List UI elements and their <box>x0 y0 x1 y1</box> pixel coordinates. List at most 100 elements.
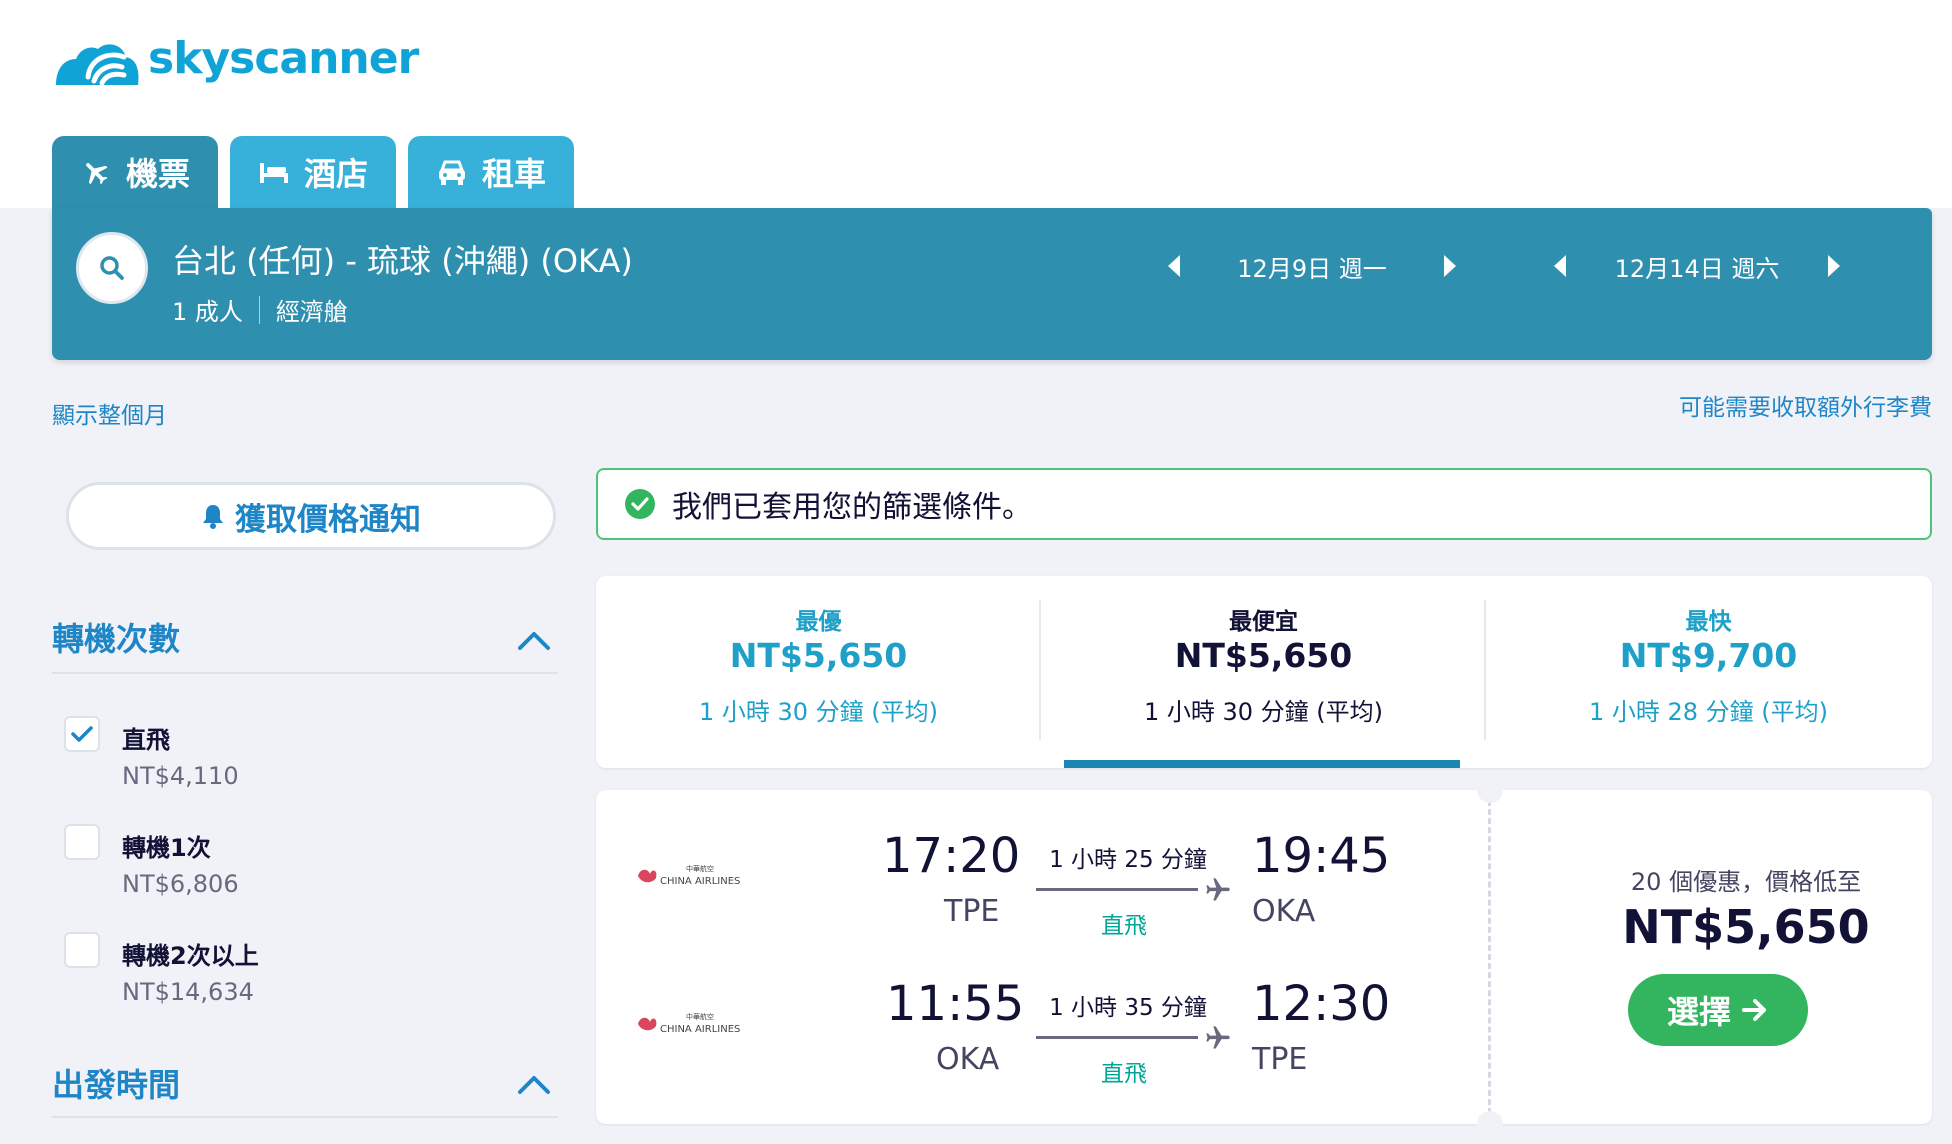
stops-label: 直飛 <box>1101 1061 1147 1087</box>
svg-text:中華航空: 中華航空 <box>686 1012 714 1021</box>
select-label: 選擇 <box>1666 993 1731 1031</box>
sort-duration: 1 小時 30 分鐘 (平均) <box>1143 698 1384 726</box>
sort-price: NT$9,700 <box>1619 636 1798 675</box>
next-return-date-button[interactable] <box>1822 246 1846 286</box>
sort-price: NT$5,650 <box>1174 636 1353 675</box>
arrival-time: 12:30 <box>1252 976 1391 1032</box>
plane-icon <box>1206 878 1230 901</box>
cabin-class: 經濟艙 <box>275 298 348 326</box>
result-price: NT$5,650 <box>1622 900 1870 954</box>
travellers: 1 成人 <box>172 298 243 326</box>
plane-icon <box>1206 1026 1230 1049</box>
arrow-right-icon <box>1742 999 1766 1021</box>
caret-right-icon <box>1444 255 1456 277</box>
leg-duration: 1 小時 35 分鐘 <box>1049 995 1207 1021</box>
skyscanner-logo[interactable]: skyscanner <box>50 26 419 90</box>
sort-duration: 1 小時 30 分鐘 (平均) <box>698 698 939 726</box>
sort-price: NT$5,650 <box>729 636 908 675</box>
filter-divider <box>52 1116 558 1118</box>
svg-text:中華航空: 中華航空 <box>686 864 714 873</box>
tab-label: 機票 <box>126 155 191 193</box>
price-alert-button[interactable]: 獲取價格通知 <box>66 482 556 550</box>
two-plus-stops-checkbox[interactable] <box>64 932 100 968</box>
sort-label: 最快 <box>1685 609 1732 635</box>
one-stop-option-price: NT$6,806 <box>122 870 239 898</box>
tab-hotels[interactable]: 酒店 <box>230 136 397 208</box>
stops-filter-title[interactable]: 轉機次數 <box>52 614 180 660</box>
caret-left-icon <box>1554 255 1566 277</box>
departure-airport: OKA <box>936 1042 1000 1077</box>
departure-filter-title[interactable]: 出發時間 <box>52 1060 180 1106</box>
chevron-up-icon[interactable] <box>516 628 552 652</box>
return-date-picker: 12月14日 週六 <box>1548 238 1846 294</box>
sort-cheapest[interactable]: 最便宜 NT$5,650 1 小時 30 分鐘 (平均) <box>1041 576 1486 768</box>
departure-airport: TPE <box>944 894 1000 929</box>
ticket-notch <box>1477 1111 1503 1137</box>
prev-return-date-button[interactable] <box>1548 246 1572 286</box>
sort-best[interactable]: 最優 NT$5,650 1 小時 30 分鐘 (平均) <box>596 576 1041 768</box>
ticket-divider <box>1488 800 1491 1114</box>
show-whole-month-link[interactable]: 顯示整個月 <box>52 396 167 430</box>
search-summary-bar[interactable]: 台北 (任何) - 琉球 (沖繩) (OKA) 1 成人 經濟艙 12月9日 週… <box>52 208 1932 360</box>
chevron-up-icon[interactable] <box>516 1072 552 1096</box>
plane-icon <box>80 156 112 188</box>
selected-sort-indicator <box>1064 760 1460 768</box>
arrival-airport: OKA <box>1252 894 1316 929</box>
deals-count: 20 個優惠，價格低至 <box>1630 868 1862 896</box>
check-icon <box>71 726 93 742</box>
next-depart-date-button[interactable] <box>1438 246 1462 286</box>
arrival-airport: TPE <box>1252 1042 1308 1077</box>
direct-checkbox[interactable] <box>64 716 100 752</box>
sort-options: 最優 NT$5,650 1 小時 30 分鐘 (平均) 最便宜 NT$5,650… <box>596 576 1932 768</box>
ticket-notch <box>1477 777 1503 803</box>
flight-result-card[interactable]: 中華航空 CHINA AIRLINES 17:20 TPE 1 小時 25 分鐘… <box>596 777 1932 1137</box>
prev-depart-date-button[interactable] <box>1162 246 1186 286</box>
arrival-time: 19:45 <box>1252 828 1391 884</box>
sort-fastest[interactable]: 最快 NT$9,700 1 小時 28 分鐘 (平均) <box>1486 576 1931 768</box>
filter-divider <box>52 672 558 674</box>
direct-option-price: NT$4,110 <box>122 762 239 790</box>
baggage-fees-link[interactable]: 可能需要收取額外行李費 <box>1679 388 1932 422</box>
route-line <box>1036 1036 1198 1039</box>
price-alert-label: 獲取價格通知 <box>235 501 421 538</box>
sort-label: 最便宜 <box>1229 609 1298 635</box>
banner-text: 我們已套用您的篩選條件。 <box>672 490 1032 525</box>
sort-duration: 1 小時 28 分鐘 (平均) <box>1588 698 1829 726</box>
brand-name: skyscanner <box>148 32 419 84</box>
depart-date[interactable]: 12月9日 週一 <box>1186 249 1438 284</box>
return-date[interactable]: 12月14日 週六 <box>1572 249 1822 284</box>
car-icon <box>436 156 468 188</box>
tab-flights[interactable]: 機票 <box>52 136 219 208</box>
china-airlines-logo: 中華航空 CHINA AIRLINES <box>638 1012 740 1035</box>
meta-separator <box>258 295 260 324</box>
vertical-tabs: 機票 酒店 租車 <box>52 136 575 208</box>
check-circle-icon <box>625 489 655 519</box>
search-meta: 1 成人 經濟艙 <box>172 292 348 327</box>
leg-duration: 1 小時 25 分鐘 <box>1049 847 1207 873</box>
svg-text:CHINA AIRLINES: CHINA AIRLINES <box>660 1024 740 1035</box>
two-plus-stops-option-price: NT$14,634 <box>122 978 254 1006</box>
one-stop-option-label[interactable]: 轉機1次 <box>122 828 211 863</box>
tab-label: 租車 <box>482 155 547 193</box>
select-button[interactable]: 選擇 <box>1628 974 1808 1046</box>
search-button[interactable] <box>76 232 148 304</box>
skyscanner-cloud-icon <box>56 44 139 86</box>
route-line <box>1036 888 1198 891</box>
one-stop-checkbox[interactable] <box>64 824 100 860</box>
china-airlines-logo: 中華航空 CHINA AIRLINES <box>638 864 740 887</box>
caret-right-icon <box>1828 255 1840 277</box>
two-plus-stops-option-label[interactable]: 轉機2次以上 <box>122 936 259 971</box>
bell-icon <box>203 505 223 529</box>
departure-time: 17:20 <box>882 828 1021 884</box>
departure-time: 11:55 <box>886 976 1025 1032</box>
search-icon <box>100 256 124 280</box>
tab-car-hire[interactable]: 租車 <box>408 136 575 208</box>
filters-applied-banner: 我們已套用您的篩選條件。 <box>596 468 1932 540</box>
caret-left-icon <box>1168 255 1180 277</box>
sort-label: 最優 <box>795 609 842 635</box>
svg-text:CHINA AIRLINES: CHINA AIRLINES <box>660 876 740 887</box>
direct-option-label[interactable]: 直飛 <box>122 720 170 755</box>
bed-icon <box>258 156 290 188</box>
depart-date-picker: 12月9日 週一 <box>1162 238 1462 294</box>
tab-label: 酒店 <box>304 155 369 193</box>
